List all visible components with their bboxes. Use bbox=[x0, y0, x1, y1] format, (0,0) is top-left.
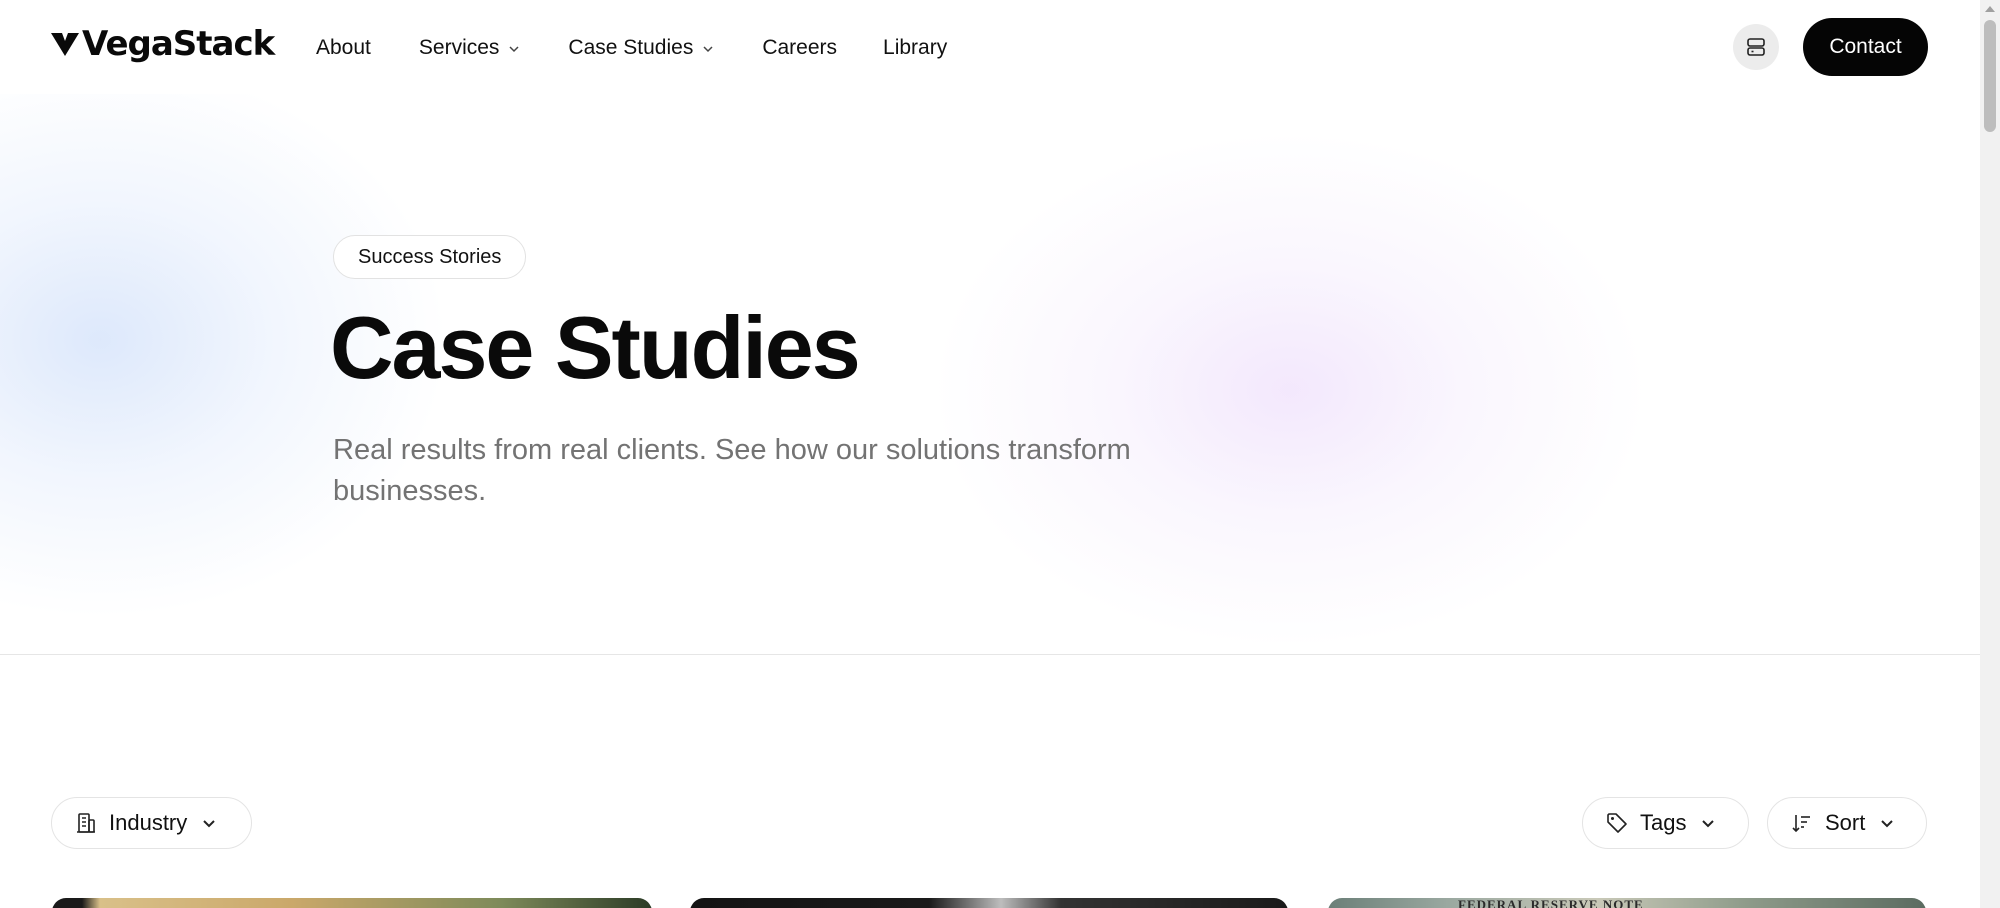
case-study-card-3[interactable]: FEDERAL RESERVE NOTE bbox=[1328, 898, 1926, 908]
industry-filter-dropdown[interactable]: Industry bbox=[51, 797, 252, 849]
nav-item-services[interactable]: Services bbox=[419, 36, 521, 60]
section-divider bbox=[0, 654, 1980, 655]
tags-filter-label: Tags bbox=[1640, 810, 1687, 835]
page-title: Case Studies bbox=[330, 298, 861, 397]
nav-item-library[interactable]: Library bbox=[883, 36, 947, 60]
page: VegaStack About Services Case Studies Ca… bbox=[0, 0, 1980, 908]
tags-filter-dropdown[interactable]: Tags bbox=[1582, 797, 1749, 849]
nav-item-careers[interactable]: Careers bbox=[762, 36, 837, 60]
building-icon bbox=[77, 813, 95, 833]
nav-item-about[interactable]: About bbox=[316, 36, 371, 60]
chevron-down-icon bbox=[703, 46, 713, 53]
chevron-down-icon bbox=[1702, 820, 1715, 828]
server-icon bbox=[1747, 38, 1765, 56]
nav-label: Library bbox=[883, 36, 948, 59]
sort-dropdown[interactable]: Sort bbox=[1767, 797, 1927, 849]
site-header: VegaStack About Services Case Studies Ca… bbox=[0, 0, 1980, 94]
nav-item-case-studies[interactable]: Case Studies bbox=[568, 36, 714, 60]
tag-icon bbox=[1607, 813, 1627, 833]
chevron-down-icon bbox=[1881, 820, 1894, 828]
nav-label: Careers bbox=[762, 36, 838, 59]
page-subtitle: Real results from real clients. See how … bbox=[333, 434, 1131, 507]
background-blob-purple bbox=[930, 130, 1650, 650]
contact-button[interactable]: Contact bbox=[1803, 18, 1928, 76]
nav-label: Case Studies bbox=[568, 36, 694, 59]
scrollbar-thumb[interactable] bbox=[1984, 20, 1996, 132]
server-status-button[interactable] bbox=[1733, 24, 1779, 70]
page-scrollbar[interactable] bbox=[1980, 0, 2000, 908]
nav-label: Services bbox=[418, 36, 500, 59]
card-image-text: FEDERAL RESERVE NOTE bbox=[1458, 898, 1644, 908]
main-nav: About Services Case Studies Careers Libr… bbox=[316, 30, 947, 66]
case-study-card-2[interactable] bbox=[690, 898, 1288, 908]
sort-icon bbox=[1792, 815, 1810, 833]
logo-text: VegaStack bbox=[82, 24, 275, 64]
scroll-up-arrow-icon[interactable] bbox=[1985, 6, 1995, 12]
chevron-down-icon bbox=[203, 820, 215, 828]
success-stories-badge: Success Stories bbox=[333, 235, 527, 279]
logo-mark-icon bbox=[51, 33, 79, 56]
logo-link[interactable]: VegaStack bbox=[50, 22, 275, 66]
chevron-down-icon bbox=[509, 46, 519, 53]
nav-label: About bbox=[316, 36, 371, 59]
sort-label: Sort bbox=[1825, 810, 1866, 835]
case-study-card-1[interactable] bbox=[52, 898, 652, 908]
industry-filter-label: Industry bbox=[109, 810, 188, 835]
